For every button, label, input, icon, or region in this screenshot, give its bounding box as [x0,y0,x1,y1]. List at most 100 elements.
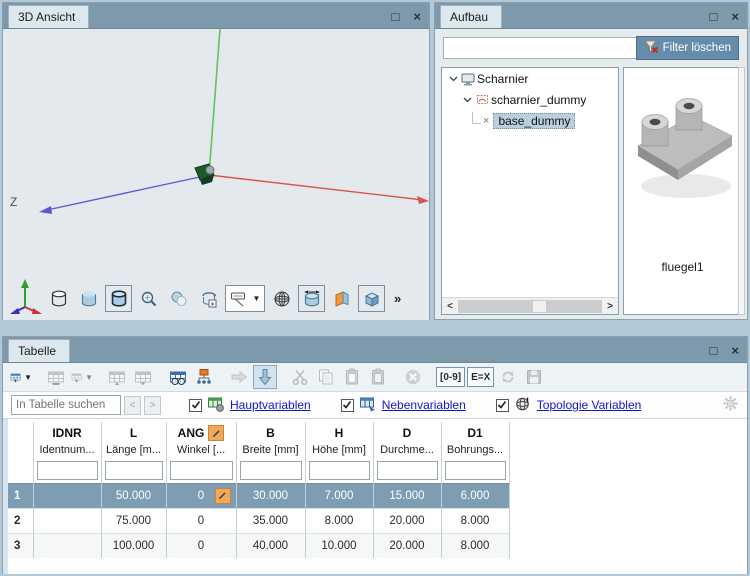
table-row[interactable]: 1 50.000030.0007.00015.0006.000 [8,483,509,508]
scrollbar-thumb[interactable] [533,301,546,312]
column-header-H[interactable]: HHöhe [mm] [305,422,373,459]
cell[interactable]: 8.000 [441,533,509,558]
cell[interactable]: 30.000 [236,483,305,508]
checkbox[interactable] [189,399,202,412]
search-prev-button[interactable]: < [124,396,141,415]
search-table-button[interactable] [166,365,190,389]
maximize-icon[interactable]: □ [710,344,718,357]
rotate-view-icon[interactable] [195,285,222,312]
checkbox[interactable] [341,399,354,412]
table-search-input[interactable] [11,395,121,415]
tree-item-base-dummy[interactable]: × base_dummy [442,110,618,131]
variable-filter-link[interactable]: Hauptvariablen [230,398,311,412]
chevron-down-icon[interactable] [447,74,459,83]
remove-icon[interactable]: × [483,115,489,127]
column-filter-input[interactable] [170,461,233,480]
maximize-icon[interactable]: □ [392,10,400,23]
cell[interactable]: 8.000 [305,508,373,533]
move-row-up-button[interactable] [105,365,129,389]
hierarchy-view-button[interactable] [192,365,216,389]
viewport-3d[interactable]: Z ▼» [3,29,429,320]
move-row-down-button[interactable] [131,365,155,389]
copy-button[interactable] [314,365,338,389]
cell[interactable] [33,508,101,533]
cell[interactable]: 20.000 [373,533,441,558]
section-face-icon[interactable] [328,285,355,312]
paste-button[interactable] [340,365,364,389]
checkbox[interactable] [496,399,509,412]
column-header-IDNR[interactable]: IDNRIdentnum... [33,422,101,459]
paste-special-button[interactable] [366,365,390,389]
tree-item-scharnier-dummy[interactable]: scharnier_dummy [442,89,618,110]
cell[interactable] [33,533,101,558]
mesh-sphere-icon[interactable] [268,285,295,312]
cell[interactable]: 100.000 [101,533,166,558]
close-icon[interactable]: × [413,10,421,23]
refresh-button[interactable] [496,365,520,389]
zoom-fit-icon[interactable] [135,285,162,312]
scroll-left-icon[interactable]: < [442,298,458,314]
solid-cube-icon[interactable] [358,285,385,312]
cell[interactable]: 0 [166,533,236,558]
cell[interactable]: 15.000 [373,483,441,508]
row-number[interactable]: 3 [8,533,33,558]
tree-item-scharnier[interactable]: Scharnier [442,68,618,89]
close-icon[interactable]: × [731,344,739,357]
cell[interactable]: 50.000 [101,483,166,508]
save-button[interactable] [522,365,546,389]
cell[interactable]: 0 [166,508,236,533]
cell[interactable]: 8.000 [441,508,509,533]
clear-filter-button[interactable]: Filter löschen [636,36,739,60]
column-header-L[interactable]: LLänge [m... [101,422,166,459]
tree-horizontal-scrollbar[interactable]: < > [442,297,618,314]
cylinder-wireframe-icon[interactable] [45,285,72,312]
more-tools-icon[interactable]: » [394,291,401,306]
column-filter-input[interactable] [445,461,506,480]
cell[interactable]: 35.000 [236,508,305,533]
column-filter-input[interactable] [309,461,370,480]
cell[interactable]: 7.000 [305,483,373,508]
scroll-right-icon[interactable]: > [602,298,618,314]
delete-button[interactable] [401,365,425,389]
preview-vertical-scrollbar[interactable] [738,67,745,315]
column-filter-input[interactable] [105,461,163,480]
edit-formula-icon[interactable] [215,488,231,504]
column-header-B[interactable]: BBreite [mm] [236,422,305,459]
cell[interactable]: 75.000 [101,508,166,533]
column-header-D[interactable]: DDurchme... [373,422,441,459]
cylinder-shaded-icon[interactable] [75,285,102,312]
cut-button[interactable] [288,365,312,389]
column-filter-input[interactable] [240,461,302,480]
edit-formula-icon[interactable] [208,425,224,441]
formula-view-button[interactable]: E=X [467,367,494,387]
chevron-down-icon[interactable] [461,95,473,104]
transfer-down-button[interactable] [253,365,277,389]
variable-filter-link[interactable]: Topologie Variablen [537,398,642,412]
transfer-right-button[interactable] [227,365,251,389]
maximize-icon[interactable]: □ [710,10,718,23]
cell[interactable]: 40.000 [236,533,305,558]
cell[interactable]: 6.000 [441,483,509,508]
row-number[interactable]: 2 [8,508,33,533]
column-filter-input[interactable] [37,461,98,480]
cylinder-dimension-icon[interactable] [298,285,325,312]
remove-row-table-button[interactable] [44,365,68,389]
insert-row-table-button[interactable]: ▼ [70,365,94,389]
add-row-table-button[interactable]: ▼ [9,365,33,389]
tab-3d-ansicht[interactable]: 3D Ansicht [8,5,89,28]
column-header-D1[interactable]: D1Bohrungs... [441,422,509,459]
annotation-tool-icon[interactable]: ▼ [225,285,265,312]
tab-tabelle[interactable]: Tabelle [8,339,70,362]
close-icon[interactable]: × [731,10,739,23]
cell[interactable]: 0 [166,483,236,508]
table-row[interactable]: 3 100.000040.00010.00020.0008.000 [8,533,509,558]
row-number[interactable]: 1 [8,483,33,508]
part-preview-pane[interactable]: fluegel1 [623,67,742,315]
column-header-ANG[interactable]: ANGWinkel [... [166,422,236,459]
search-next-button[interactable]: > [144,396,161,415]
scrollbar-track[interactable] [458,300,602,313]
cell[interactable]: 20.000 [373,508,441,533]
table-row[interactable]: 275.000035.0008.00020.0008.000 [8,508,509,533]
cell[interactable]: 10.000 [305,533,373,558]
variable-filter-link[interactable]: Nebenvariablen [382,398,466,412]
